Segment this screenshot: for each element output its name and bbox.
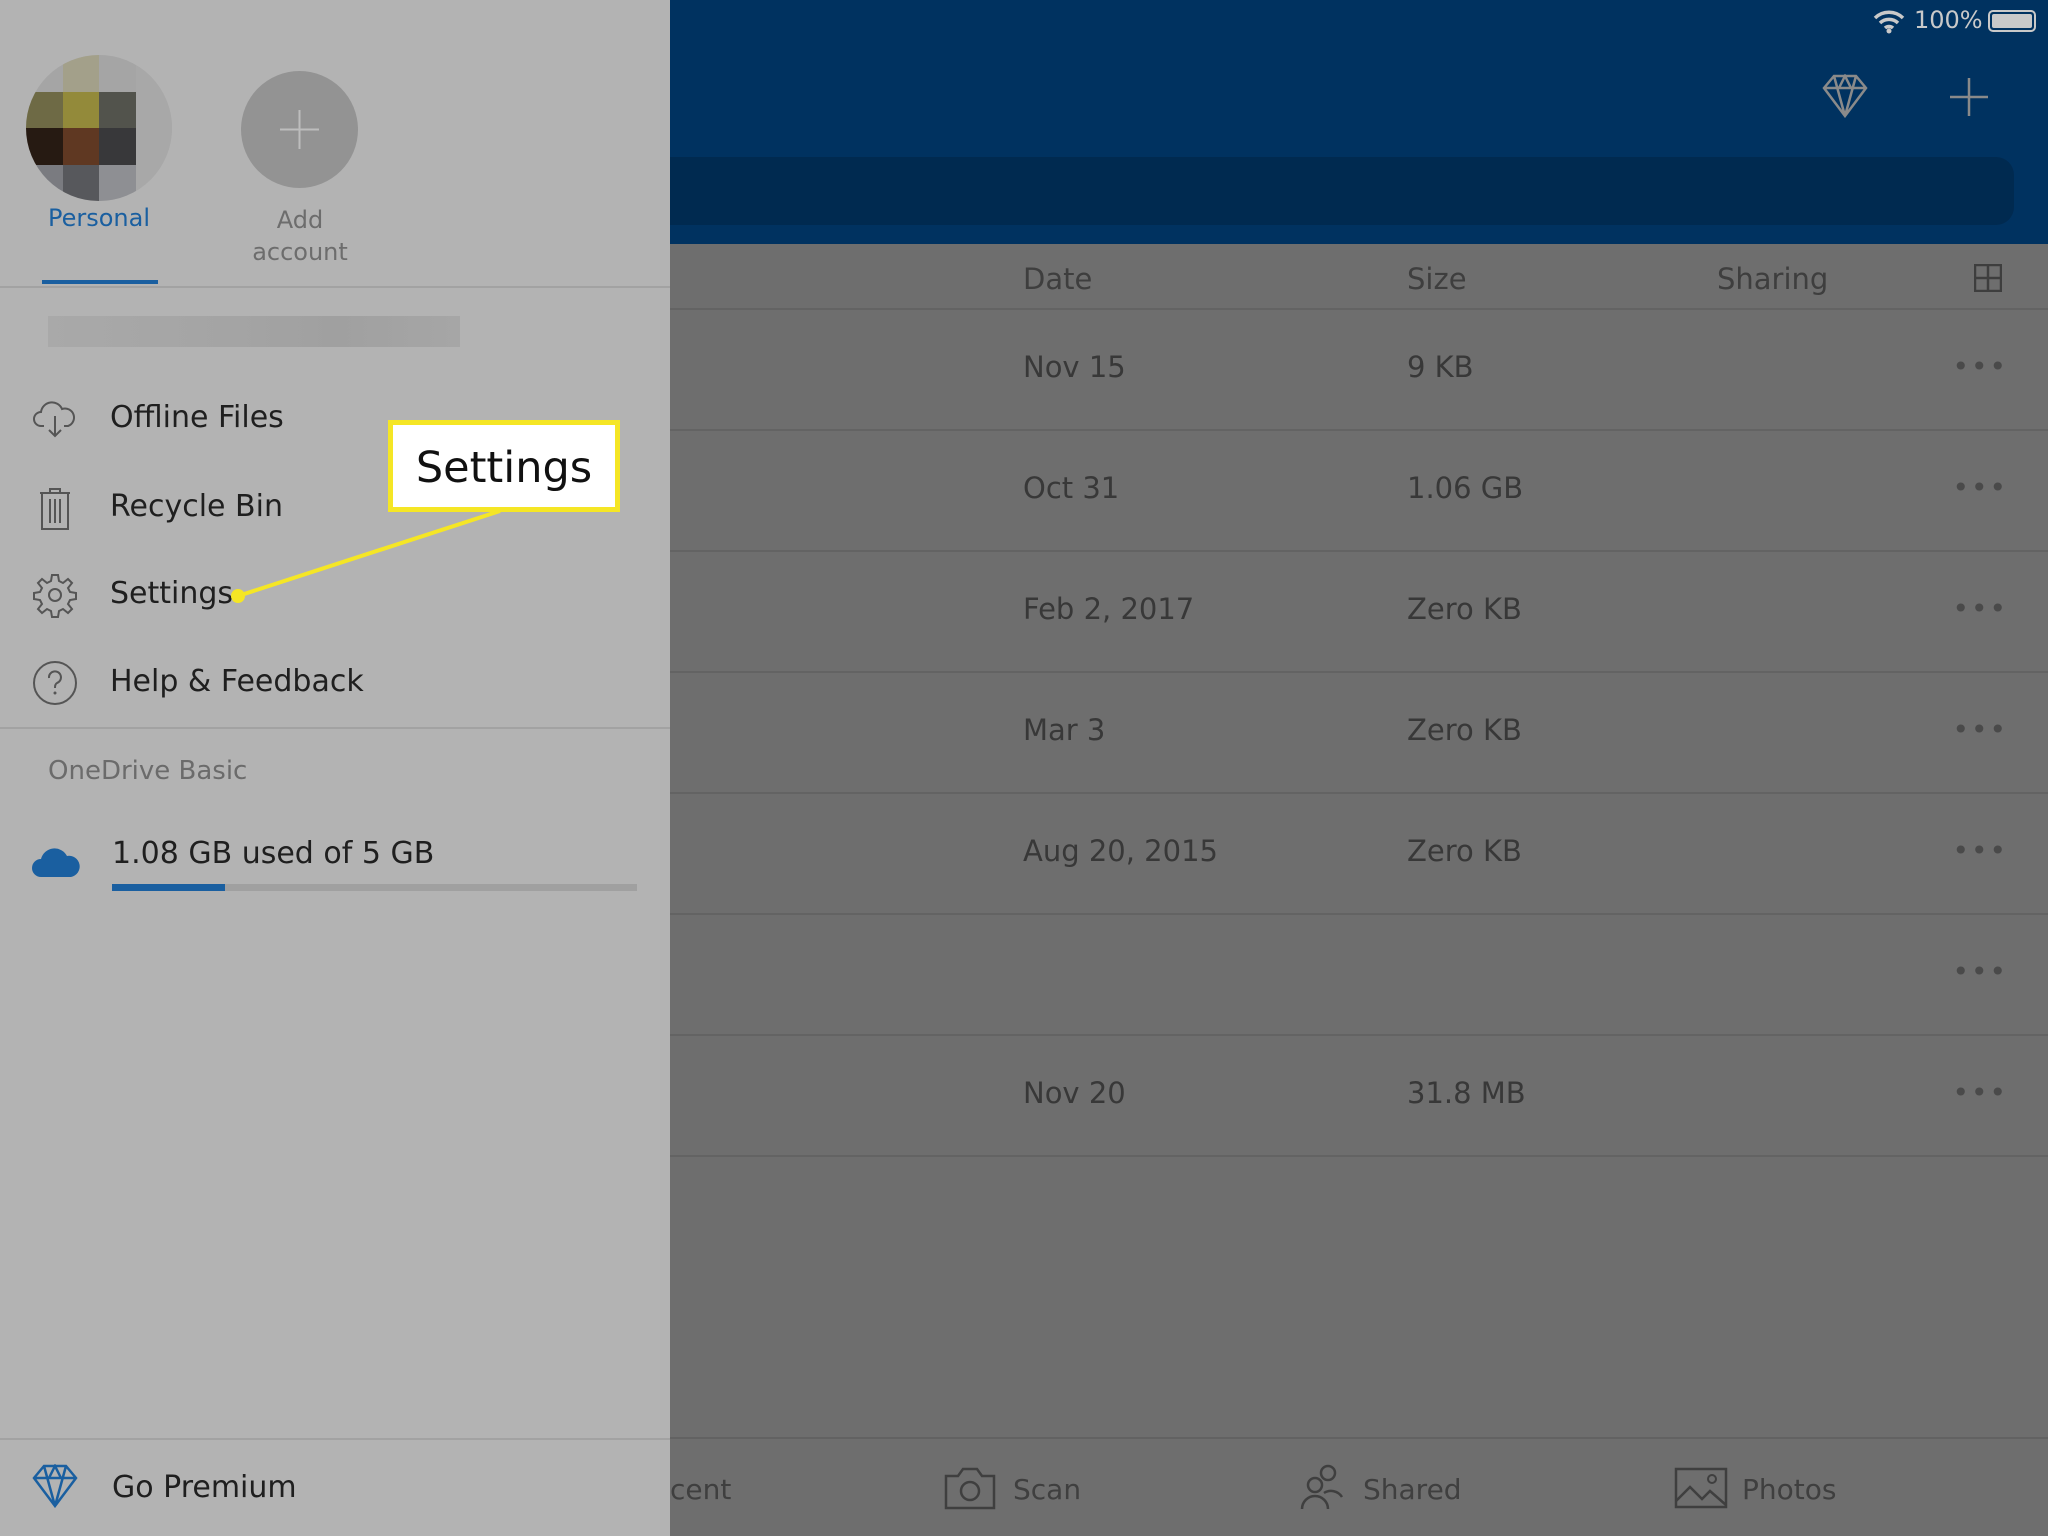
storage-bar-fill bbox=[112, 884, 226, 891]
settings-callout: Settings bbox=[388, 420, 620, 512]
more-options-icon[interactable]: ••• bbox=[1952, 713, 2008, 746]
gear-icon bbox=[33, 574, 77, 618]
more-options-icon[interactable]: ••• bbox=[1952, 471, 2008, 504]
add-icon[interactable] bbox=[1950, 78, 1988, 116]
go-premium-button[interactable]: Go Premium bbox=[0, 1440, 670, 1536]
menu-label: Settings bbox=[110, 576, 234, 611]
add-line2: account bbox=[252, 238, 348, 266]
divider bbox=[0, 727, 670, 729]
column-header-row bbox=[670, 244, 2048, 310]
file-row[interactable]: Oct 31 1.06 GB ••• bbox=[670, 431, 2048, 552]
file-date: Feb 2, 2017 bbox=[1023, 592, 1195, 626]
wifi-icon bbox=[1873, 10, 1905, 34]
file-row[interactable]: Feb 2, 2017 Zero KB ••• bbox=[670, 552, 2048, 673]
add-line1: Add bbox=[276, 206, 324, 234]
cloud-icon bbox=[32, 848, 80, 877]
storage-bar bbox=[112, 884, 637, 891]
file-size: Zero KB bbox=[1407, 592, 1522, 626]
menu-label: Help & Feedback bbox=[110, 664, 364, 699]
search-bar[interactable] bbox=[640, 157, 2014, 225]
file-date: Aug 20, 2015 bbox=[1023, 834, 1218, 868]
diamond-icon bbox=[32, 1464, 78, 1508]
file-date: Nov 15 bbox=[1023, 350, 1126, 384]
camera-icon[interactable] bbox=[944, 1466, 996, 1510]
callout-text: Settings bbox=[415, 443, 593, 493]
file-row[interactable]: Nov 15 9 KB ••• bbox=[670, 310, 2048, 431]
file-row[interactable]: ••• bbox=[670, 915, 2048, 1036]
plan-name: OneDrive Basic bbox=[48, 756, 248, 786]
add-account-label[interactable]: Add account bbox=[220, 204, 380, 268]
tab-shared[interactable]: Shared bbox=[1363, 1473, 1462, 1506]
trash-icon bbox=[40, 488, 70, 530]
file-date: Nov 20 bbox=[1023, 1076, 1126, 1110]
column-date[interactable]: Date bbox=[1023, 262, 1092, 296]
menu-label: Offline Files bbox=[110, 400, 284, 435]
premium-diamond-icon[interactable] bbox=[1822, 74, 1868, 118]
battery-icon bbox=[1988, 10, 2036, 32]
account-personal-label[interactable]: Personal bbox=[30, 204, 168, 232]
account-drawer: Personal Add account Offline Files Recycl… bbox=[0, 0, 670, 1536]
menu-settings[interactable]: Settings bbox=[0, 554, 670, 634]
add-account-button[interactable] bbox=[241, 71, 358, 188]
grid-view-icon[interactable] bbox=[1974, 264, 2002, 292]
help-icon bbox=[33, 661, 77, 705]
more-options-icon[interactable]: ••• bbox=[1952, 1076, 2008, 1109]
more-options-icon[interactable]: ••• bbox=[1952, 350, 2008, 383]
file-size: Zero KB bbox=[1407, 834, 1522, 868]
tab-recent[interactable]: cent bbox=[670, 1473, 731, 1506]
file-date: Mar 3 bbox=[1023, 713, 1106, 747]
cloud-download-icon bbox=[33, 401, 75, 438]
storage-text: 1.08 GB used of 5 GB bbox=[112, 836, 435, 871]
divider bbox=[0, 286, 670, 288]
menu-label: Recycle Bin bbox=[110, 489, 283, 524]
avatar[interactable] bbox=[26, 55, 172, 201]
more-options-icon[interactable]: ••• bbox=[1952, 955, 2008, 988]
tab-scan[interactable]: Scan bbox=[1013, 1473, 1081, 1506]
file-size: Zero KB bbox=[1407, 713, 1522, 747]
menu-help-feedback[interactable]: Help & Feedback bbox=[0, 642, 670, 722]
more-options-icon[interactable]: ••• bbox=[1952, 592, 2008, 625]
go-premium-label: Go Premium bbox=[112, 1470, 297, 1505]
tab-photos[interactable]: Photos bbox=[1742, 1473, 1836, 1506]
file-size: 1.06 GB bbox=[1407, 471, 1524, 505]
redacted-email bbox=[48, 316, 460, 347]
shared-people-icon[interactable] bbox=[1300, 1463, 1344, 1511]
file-date: Oct 31 bbox=[1023, 471, 1120, 505]
plus-icon bbox=[280, 110, 319, 149]
file-row[interactable]: Nov 20 31.8 MB ••• bbox=[670, 1036, 2048, 1157]
battery-percent: 100% bbox=[1914, 6, 1983, 34]
active-account-indicator bbox=[42, 280, 158, 284]
file-row[interactable]: Mar 3 Zero KB ••• bbox=[670, 673, 2048, 794]
photos-icon[interactable] bbox=[1674, 1467, 1728, 1509]
file-size: 31.8 MB bbox=[1407, 1076, 1526, 1110]
file-row[interactable]: Aug 20, 2015 Zero KB ••• bbox=[670, 794, 2048, 915]
more-options-icon[interactable]: ••• bbox=[1952, 834, 2008, 867]
column-sharing[interactable]: Sharing bbox=[1717, 262, 1828, 296]
column-size[interactable]: Size bbox=[1407, 262, 1467, 296]
file-size: 9 KB bbox=[1407, 350, 1474, 384]
